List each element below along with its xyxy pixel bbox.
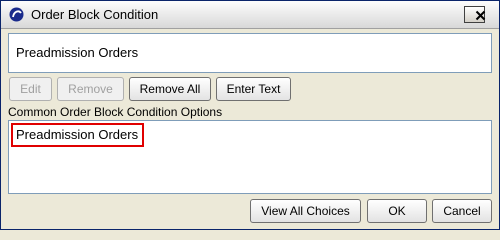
selected-condition-text: Preadmission Orders bbox=[16, 45, 139, 60]
remove-button[interactable]: Remove bbox=[57, 77, 124, 101]
app-logo-icon bbox=[9, 7, 24, 22]
close-icon bbox=[475, 10, 486, 21]
selected-condition-field[interactable]: Preadmission Orders bbox=[8, 33, 492, 73]
ok-button[interactable]: OK bbox=[367, 199, 427, 223]
title-bar[interactable]: Order Block Condition bbox=[1, 1, 499, 29]
options-label: Common Order Block Condition Options bbox=[8, 105, 223, 119]
cancel-button[interactable]: Cancel bbox=[432, 199, 492, 223]
window-title: Order Block Condition bbox=[31, 7, 159, 22]
close-button[interactable] bbox=[464, 6, 486, 23]
edit-button[interactable]: Edit bbox=[9, 77, 52, 101]
option-item-preadmission-orders[interactable]: Preadmission Orders bbox=[11, 123, 145, 147]
dialog-window: Order Block Condition Preadmission Order… bbox=[0, 0, 500, 230]
remove-all-button[interactable]: Remove All bbox=[129, 77, 211, 101]
options-list[interactable]: Preadmission Orders bbox=[8, 120, 492, 194]
enter-text-button[interactable]: Enter Text bbox=[216, 77, 291, 101]
view-all-choices-button[interactable]: View All Choices bbox=[250, 199, 361, 223]
